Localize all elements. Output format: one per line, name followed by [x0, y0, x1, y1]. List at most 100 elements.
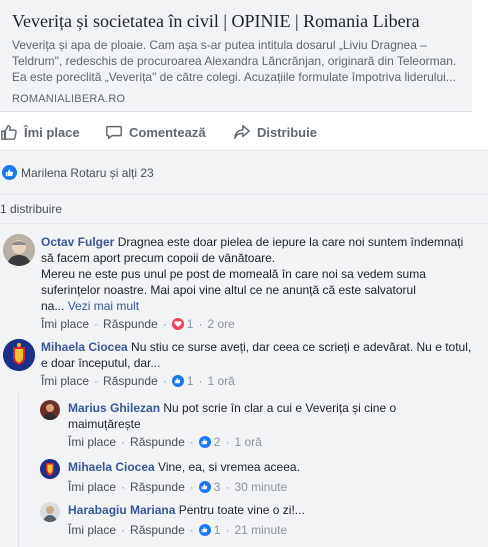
thumbs-up-icon: [198, 480, 211, 493]
comment-meta: Îmi place · Răspunde · 2 · 1 oră: [68, 433, 396, 450]
reactions-summary-text[interactable]: Marilena Rotaru și alți 23: [21, 166, 154, 180]
comment-text: să facem aport precum copoii de vânătoar…: [41, 251, 276, 265]
thumbs-up-icon: [198, 435, 211, 448]
comment-time[interactable]: 1 oră: [234, 434, 261, 450]
separator: ·: [189, 522, 194, 537]
comment-reactions[interactable]: 1: [171, 373, 194, 389]
separator: ·: [121, 522, 126, 537]
shares-count[interactable]: 1 distribuire: [0, 194, 488, 224]
avatar[interactable]: [40, 459, 60, 479]
comment-text: na...: [41, 299, 65, 313]
comment-author[interactable]: Marius Ghilezan: [68, 401, 160, 415]
comment-like-link[interactable]: Îmi place: [68, 522, 116, 538]
separator: ·: [121, 479, 126, 494]
separator: ·: [94, 316, 99, 331]
reply: Marius Ghilezan Nu pot scrie în clar a c…: [40, 400, 480, 450]
comment-like-link[interactable]: Îmi place: [41, 373, 89, 389]
comment-button-label: Comentează: [129, 124, 206, 140]
avatar[interactable]: [3, 339, 35, 371]
comment-reply-link[interactable]: Răspunde: [130, 479, 185, 495]
reactions-summary[interactable]: Marilena Rotaru și alți 23: [0, 150, 488, 194]
comment-reactions[interactable]: 2: [198, 434, 221, 450]
comments-section: Octav Fulger Dragnea este doar pielea de…: [0, 224, 488, 547]
comment-text: Mereu ne este pus unul pe post de momeal…: [41, 267, 426, 281]
reaction-count: 1: [186, 373, 194, 388]
comment-meta: Îmi place · Răspunde · 1 · 2 ore: [41, 315, 463, 332]
comment-text: Nu pot scrie în clar a cui e Veverița și…: [163, 401, 397, 415]
separator: ·: [225, 479, 230, 494]
comment-author[interactable]: Mihaela Ciocea: [41, 340, 128, 354]
comment-text: suferințelor noastre. Mai apoi vine altu…: [41, 283, 416, 297]
comment-meta: Îmi place · Răspunde · 1 · 1 oră: [41, 372, 471, 389]
like-button[interactable]: Îmi place: [0, 123, 80, 141]
comment-text: maimuțărește: [68, 417, 141, 431]
avatar[interactable]: [3, 234, 35, 266]
comment-reply-link[interactable]: Răspunde: [103, 373, 158, 389]
separator: ·: [162, 316, 167, 331]
comment-time[interactable]: 2 ore: [207, 316, 234, 332]
post-action-bar: Îmi place Comentează Distribuie: [0, 119, 488, 145]
see-more-link[interactable]: Vezi mai mult: [68, 299, 139, 313]
comment-reply-link[interactable]: Răspunde: [103, 316, 158, 332]
comment-time[interactable]: 30 minute: [234, 479, 287, 495]
comment-body: Octav Fulger Dragnea este doar pielea de…: [41, 234, 463, 332]
comment-button[interactable]: Comentează: [105, 123, 206, 141]
comment-author[interactable]: Mihaela Ciocea: [68, 460, 155, 474]
comment-like-link[interactable]: Îmi place: [68, 479, 116, 495]
separator: ·: [198, 316, 203, 331]
like-reaction-icon: [2, 165, 17, 180]
comment-body: Marius Ghilezan Nu pot scrie în clar a c…: [68, 400, 396, 450]
separator: ·: [189, 479, 194, 494]
separator: ·: [94, 373, 99, 388]
share-arrow-icon: [234, 124, 250, 140]
comment-body: Harabagiu Mariana Pentru toate vine o zi…: [68, 502, 305, 538]
comment-text: Pentru toate vine o zi!...: [178, 503, 305, 517]
reply-thread-line: [18, 394, 19, 547]
separator: ·: [225, 434, 230, 449]
comment-text: e doar începutul, dar...: [41, 356, 161, 370]
separator: ·: [225, 522, 230, 537]
comment-like-link[interactable]: Îmi place: [41, 316, 89, 332]
separator: ·: [189, 434, 194, 449]
avatar[interactable]: [40, 502, 60, 522]
comment-meta: Îmi place · Răspunde · 3 · 30 minute: [68, 478, 300, 495]
comment-time[interactable]: 1 oră: [207, 373, 234, 389]
avatar[interactable]: [40, 400, 60, 420]
thumbs-up-icon: [198, 523, 211, 536]
comment-time[interactable]: 21 minute: [234, 522, 287, 538]
link-title[interactable]: Veverița și societatea în civil | OPINIE…: [12, 10, 462, 32]
comment-body: Mihaela Ciocea Nu stiu ce surse aveți, d…: [41, 339, 471, 389]
comment: Octav Fulger Dragnea este doar pielea de…: [3, 234, 483, 332]
link-preview-card[interactable]: Veverița și societatea în civil | OPINIE…: [0, 0, 472, 112]
comment-text: Nu stiu ce surse aveți, dar ceea ce scri…: [131, 340, 472, 354]
thumbs-up-icon: [171, 374, 184, 387]
comment-text: Dragnea este doar pielea de iepure la ca…: [117, 235, 464, 249]
comment-reactions[interactable]: 3: [198, 479, 221, 495]
comment-meta: Îmi place · Răspunde · 1 · 21 minute: [68, 521, 305, 538]
share-button[interactable]: Distribuie: [233, 123, 317, 141]
link-description-line: Veverița și apa de ploaie. Cam așa s-ar …: [12, 38, 427, 52]
reaction-count: 2: [213, 434, 221, 449]
link-description-line: Teldrum", redeschis de procuroarea Alexa…: [12, 54, 457, 68]
thumbs-up-icon: [1, 124, 17, 140]
comment-reactions[interactable]: 1: [171, 316, 193, 332]
heart-icon: [171, 317, 184, 330]
comment-author[interactable]: Octav Fulger: [41, 235, 114, 249]
link-description-line: Ea este poreclită „Veverița" de către co…: [12, 70, 456, 84]
comment-text: Vine, ea, si vremea aceea.: [158, 460, 300, 474]
comment-body: Mihaela Ciocea Vine, ea, si vremea aceea…: [68, 459, 300, 495]
reaction-count: 1: [213, 522, 221, 537]
share-button-label: Distribuie: [257, 124, 317, 140]
shares-count-label[interactable]: 1 distribuire: [0, 202, 62, 216]
reaction-count: 3: [213, 479, 221, 494]
like-button-label: Îmi place: [24, 124, 80, 140]
link-domain: ROMANIALIBERA.RO: [12, 93, 126, 105]
comment-reply-link[interactable]: Răspunde: [130, 522, 185, 538]
separator: ·: [198, 373, 203, 388]
separator: ·: [121, 434, 126, 449]
reply: Harabagiu Mariana Pentru toate vine o zi…: [40, 502, 480, 538]
comment-reply-link[interactable]: Răspunde: [130, 434, 185, 450]
comment-author[interactable]: Harabagiu Mariana: [68, 503, 175, 517]
comment-reactions[interactable]: 1: [198, 522, 221, 538]
comment-like-link[interactable]: Îmi place: [68, 434, 116, 450]
